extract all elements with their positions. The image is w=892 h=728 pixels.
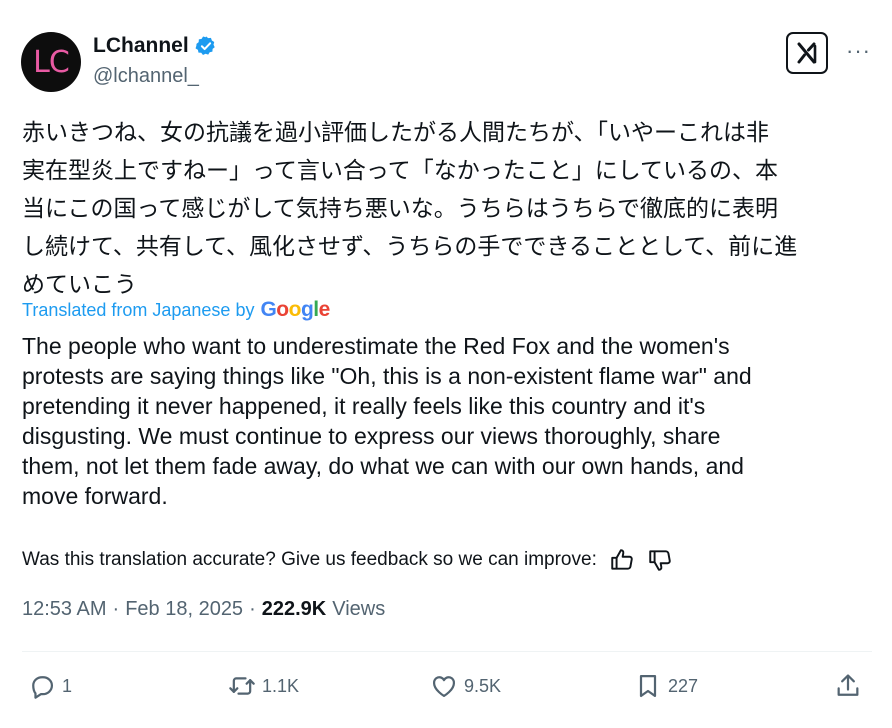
meta-separator: · <box>112 598 120 620</box>
google-logo-letter: e <box>318 298 331 321</box>
like-button[interactable]: 9.5K <box>430 672 501 700</box>
thumbs-down-icon[interactable] <box>647 547 673 573</box>
reply-button[interactable]: 1 <box>28 672 72 700</box>
repost-count: 1.1K <box>262 675 300 696</box>
more-options-button[interactable]: ··· <box>846 38 871 64</box>
post-meta: 12:53 AM · Feb 18, 2025 · 222.9K Views <box>22 598 385 621</box>
avatar-text: LC <box>33 44 70 80</box>
meta-separator: · <box>249 598 256 620</box>
repost-icon <box>229 677 255 695</box>
post-translated-text: The people who want to underestimate the… <box>22 333 752 509</box>
google-logo-letter: g <box>300 298 314 321</box>
like-count: 9.5K <box>464 675 502 696</box>
divider <box>22 651 872 652</box>
post-original-text: 赤いきつね、女の抗議を過小評価したがる人間たちが、「いやーこれは非 実在型炎上で… <box>22 120 798 298</box>
author-name-row[interactable]: LChannel <box>93 34 217 58</box>
translation-feedback: Was this translation accurate? Give us f… <box>22 547 673 573</box>
translation-attribution: Translated from Japanese by Google <box>22 298 330 322</box>
thumbs-up-icon[interactable] <box>609 547 635 573</box>
google-logo: Google <box>260 298 331 322</box>
google-logo-letter: o <box>276 298 289 321</box>
feedback-question: Was this translation accurate? Give us f… <box>22 549 597 570</box>
bookmark-icon <box>639 674 657 698</box>
reply-icon <box>32 676 54 699</box>
user-handle[interactable]: @lchannel_ <box>93 65 199 88</box>
google-logo-letter: G <box>260 298 277 321</box>
share-button[interactable] <box>834 672 862 700</box>
repost-button[interactable]: 1.1K <box>228 672 299 700</box>
post-date[interactable]: Feb 18, 2025 <box>125 598 243 621</box>
grok-x-icon <box>797 42 817 64</box>
share-icon <box>837 674 859 696</box>
post-time[interactable]: 12:53 AM <box>22 598 107 621</box>
bookmark-button[interactable]: 227 <box>634 672 698 700</box>
display-name[interactable]: LChannel <box>93 34 189 58</box>
translation-label[interactable]: Translated from Japanese by <box>22 300 254 321</box>
verified-badge-icon <box>195 36 215 55</box>
heart-icon <box>432 676 456 698</box>
bookmark-count: 227 <box>668 675 699 696</box>
reply-count: 1 <box>62 675 73 696</box>
google-logo-letter: o <box>288 298 302 321</box>
views-count: 222.9K <box>261 598 327 620</box>
grok-button[interactable] <box>786 32 828 74</box>
avatar[interactable]: LC <box>21 32 81 92</box>
views-label: Views <box>332 598 386 620</box>
